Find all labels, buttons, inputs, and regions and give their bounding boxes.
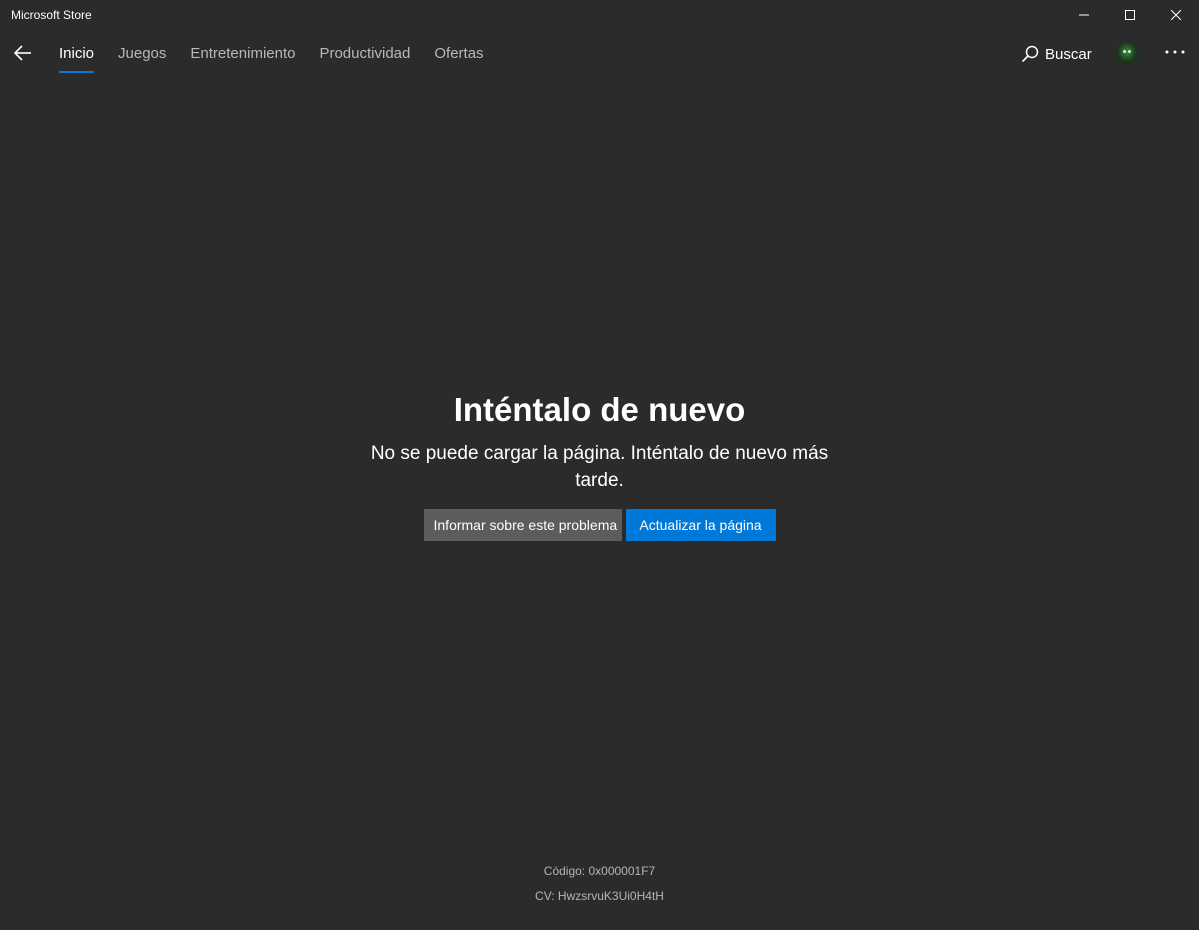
microsoft-store-window: Microsoft Store Inicio Juegos Entretenim…: [0, 0, 1199, 930]
back-button[interactable]: [8, 38, 38, 68]
minimize-button[interactable]: [1061, 0, 1107, 30]
back-arrow-icon: [14, 45, 31, 61]
tab-label: Juegos: [118, 45, 167, 62]
window-controls: [1061, 0, 1199, 30]
title-bar: Microsoft Store: [0, 0, 1199, 30]
refresh-page-button[interactable]: Actualizar la página: [625, 509, 776, 541]
search-label: Buscar: [1045, 45, 1092, 63]
search-button[interactable]: Buscar: [1021, 42, 1092, 66]
report-problem-button[interactable]: Informar sobre este problema: [423, 509, 622, 541]
tab-label: Productividad: [319, 45, 411, 62]
active-tab-indicator: [59, 71, 95, 73]
maximize-button[interactable]: [1107, 0, 1153, 30]
avatar[interactable]: [1116, 42, 1138, 64]
nav-tabs: Inicio Juegos Entretenimiento Productivi…: [47, 30, 496, 78]
tab-label: Ofertas: [434, 45, 484, 62]
error-title: Inténtalo de nuevo: [453, 391, 746, 428]
search-icon: [1021, 45, 1039, 63]
more-options-button[interactable]: [1161, 40, 1189, 64]
tab-ofertas[interactable]: Ofertas: [422, 30, 495, 78]
nav-bar: Inicio Juegos Entretenimiento Productivi…: [0, 30, 1199, 78]
avatar-detail: [1123, 50, 1126, 53]
error-message: No se puede cargar la página. Inténtalo …: [370, 443, 829, 491]
tab-entretenimiento[interactable]: Entretenimiento: [178, 30, 307, 78]
maximize-icon: [1125, 10, 1135, 20]
tab-productividad[interactable]: Productividad: [307, 30, 422, 78]
error-panel: Inténtalo de nuevo No se puede cargar la…: [0, 388, 1199, 541]
error-actions: Informar sobre este problema Actualizar …: [0, 509, 1199, 541]
minimize-icon: [1079, 14, 1089, 16]
more-icon: [1165, 50, 1185, 54]
close-icon: [1171, 10, 1181, 20]
avatar-detail: [1128, 50, 1131, 53]
app-title: Microsoft Store: [11, 8, 92, 22]
correlation-vector: CV: HwzsrvuK3Ui0H4tH: [535, 889, 664, 903]
error-code: Código: 0x000001F7: [543, 864, 656, 878]
tab-inicio[interactable]: Inicio: [47, 30, 106, 78]
tab-label: Inicio: [59, 45, 95, 62]
tab-juegos[interactable]: Juegos: [106, 30, 178, 78]
close-button[interactable]: [1153, 0, 1199, 30]
tab-label: Entretenimiento: [190, 45, 296, 62]
